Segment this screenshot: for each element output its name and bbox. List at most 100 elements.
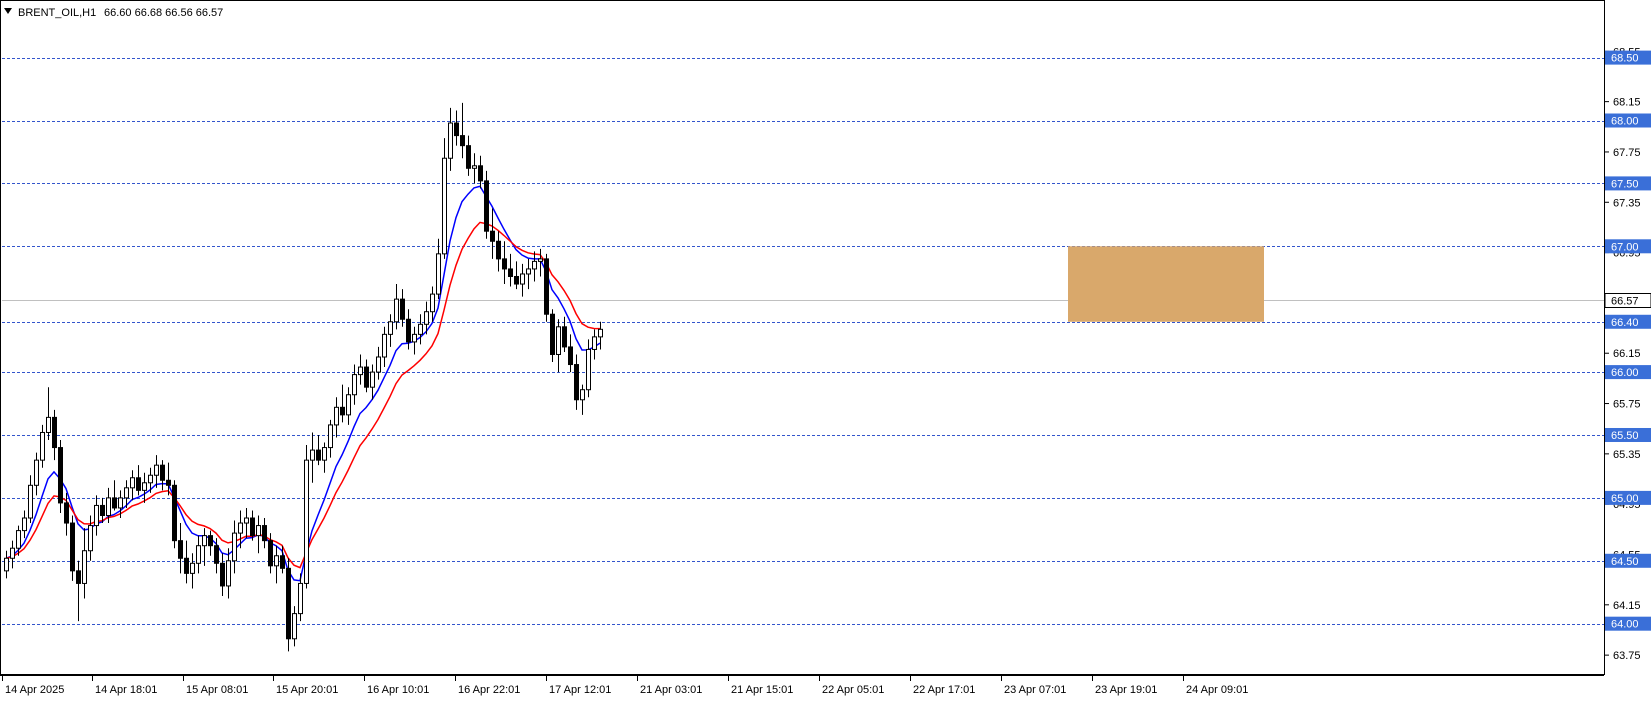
time-tick-label: 14 Apr 18:01 (95, 684, 157, 696)
candle-body-down (544, 258, 549, 315)
candle-body-down (208, 535, 213, 547)
candle-body-down (172, 484, 177, 542)
candle-body-up (520, 273, 525, 285)
candle-body-down (466, 145, 471, 169)
time-tick-label: 16 Apr 10:01 (367, 684, 429, 696)
candle-body-down (502, 258, 507, 270)
time-tick-label: 15 Apr 08:01 (186, 684, 248, 696)
price-tick-label: 65.75 (1613, 399, 1641, 411)
candle-body-up (430, 293, 435, 313)
time-tick-label: 23 Apr 07:01 (1004, 684, 1066, 696)
candle-body-up (472, 165, 477, 169)
candle-body-down (490, 230, 495, 242)
time-tick-label: 24 Apr 09:01 (1186, 684, 1248, 696)
candle-body-up (556, 326, 561, 355)
trading-chart[interactable]: 68.5568.1567.7567.3566.9566.5566.1565.75… (0, 0, 1651, 707)
level-label: 66.40 (1611, 317, 1639, 329)
candle-body-up (304, 459, 309, 584)
current-price-label: 66.57 (1611, 296, 1639, 308)
candle-body-down (484, 180, 489, 232)
candle-body-up (226, 560, 231, 587)
level-label: 64.00 (1611, 619, 1639, 631)
candle-body-down (400, 298, 405, 320)
candle-body-down (160, 464, 165, 481)
price-tick-label: 66.15 (1613, 348, 1641, 360)
candle-body-up (448, 122, 453, 159)
level-label: 65.50 (1611, 430, 1639, 442)
candle-body-up (298, 582, 303, 615)
candle-body-up (130, 477, 135, 489)
candle-body-up (352, 374, 357, 396)
plot-frame (0, 0, 1605, 675)
candle-body-down (478, 165, 483, 182)
candle-body-up (10, 547, 15, 559)
candle-body-up (148, 474, 153, 484)
price-tick-label: 65.35 (1613, 449, 1641, 461)
candle-body-up (46, 416, 51, 433)
candle-body-up (592, 336, 597, 350)
candle-body-down (550, 313, 555, 355)
candle-body-up (532, 260, 537, 270)
price-axis: 68.5568.1567.7567.3566.9566.5566.1565.75… (1604, 0, 1651, 675)
level-label: 68.00 (1611, 116, 1639, 128)
candle-body-up (232, 532, 237, 562)
level-label: 64.50 (1611, 556, 1639, 568)
candle-body-up (118, 497, 123, 509)
candle-body-down (70, 522, 75, 572)
candle-body-up (16, 530, 21, 549)
candle-body-down (112, 497, 117, 509)
candle-body-down (574, 364, 579, 401)
time-tick-label: 21 Apr 03:01 (640, 684, 702, 696)
candle-body-up (124, 487, 129, 499)
candle-body-up (310, 449, 315, 461)
candle-body-up (598, 328, 603, 338)
price-tick-label: 63.75 (1613, 650, 1641, 662)
time-tick-label: 17 Apr 12:01 (549, 684, 611, 696)
candle-body-up (526, 268, 531, 275)
candle-body-up (394, 298, 399, 323)
candle-body-up (88, 525, 93, 552)
price-tick-label: 68.15 (1613, 97, 1641, 109)
supply-zone (1068, 246, 1264, 322)
candle-body-up (412, 333, 417, 343)
time-tick-label: 21 Apr 15:01 (731, 684, 793, 696)
level-label: 67.00 (1611, 241, 1639, 253)
time-axis: 14 Apr 2025 14 Apr 18:01 15 Apr 08:01 15 Ap… (0, 675, 1604, 696)
candle-body-down (184, 557, 189, 574)
candle-body-down (460, 135, 465, 147)
price-chart-svg[interactable]: 68.5568.1567.7567.3566.9566.5566.1565.75… (0, 0, 1651, 707)
time-tick-label: 15 Apr 20:01 (276, 684, 338, 696)
candle-body-up (538, 258, 543, 262)
candle-body-down (58, 447, 63, 504)
candle-body-up (586, 348, 591, 391)
candle-body-up (322, 447, 327, 461)
candle-body-up (376, 356, 381, 373)
candle-body-up (292, 613, 297, 640)
candle-body-up (274, 555, 279, 567)
time-tick-label: 22 Apr 05:01 (822, 684, 884, 696)
candle-body-down (514, 275, 519, 285)
candle-body-down (286, 567, 291, 640)
time-tick-label: 22 Apr 17:01 (913, 684, 975, 696)
candle-body-down (568, 346, 573, 366)
candle-body-down (508, 268, 513, 277)
candle-body-up (382, 333, 387, 358)
price-tick-label: 67.35 (1613, 197, 1641, 209)
ohlc-readout: 66.60 66.68 66.56 66.57 (104, 7, 223, 19)
symbol-label: BRENT_OIL,H1 (18, 7, 96, 19)
candle-body-down (100, 504, 105, 516)
candle-body-down (166, 479, 171, 486)
level-label: 67.50 (1611, 178, 1639, 190)
candle-body-up (334, 406, 339, 426)
candle-body-down (76, 570, 81, 584)
zone-rect (1068, 246, 1264, 322)
candle-body-up (40, 431, 45, 461)
candle-body-up (22, 517, 27, 532)
candle-body-up (388, 321, 393, 335)
candle-body-up (154, 464, 159, 476)
price-tick-label: 67.75 (1613, 147, 1641, 159)
candle-body-up (418, 323, 423, 335)
candle-body-up (142, 482, 147, 491)
candle-body-down (64, 502, 69, 524)
candle-body-down (496, 240, 501, 260)
